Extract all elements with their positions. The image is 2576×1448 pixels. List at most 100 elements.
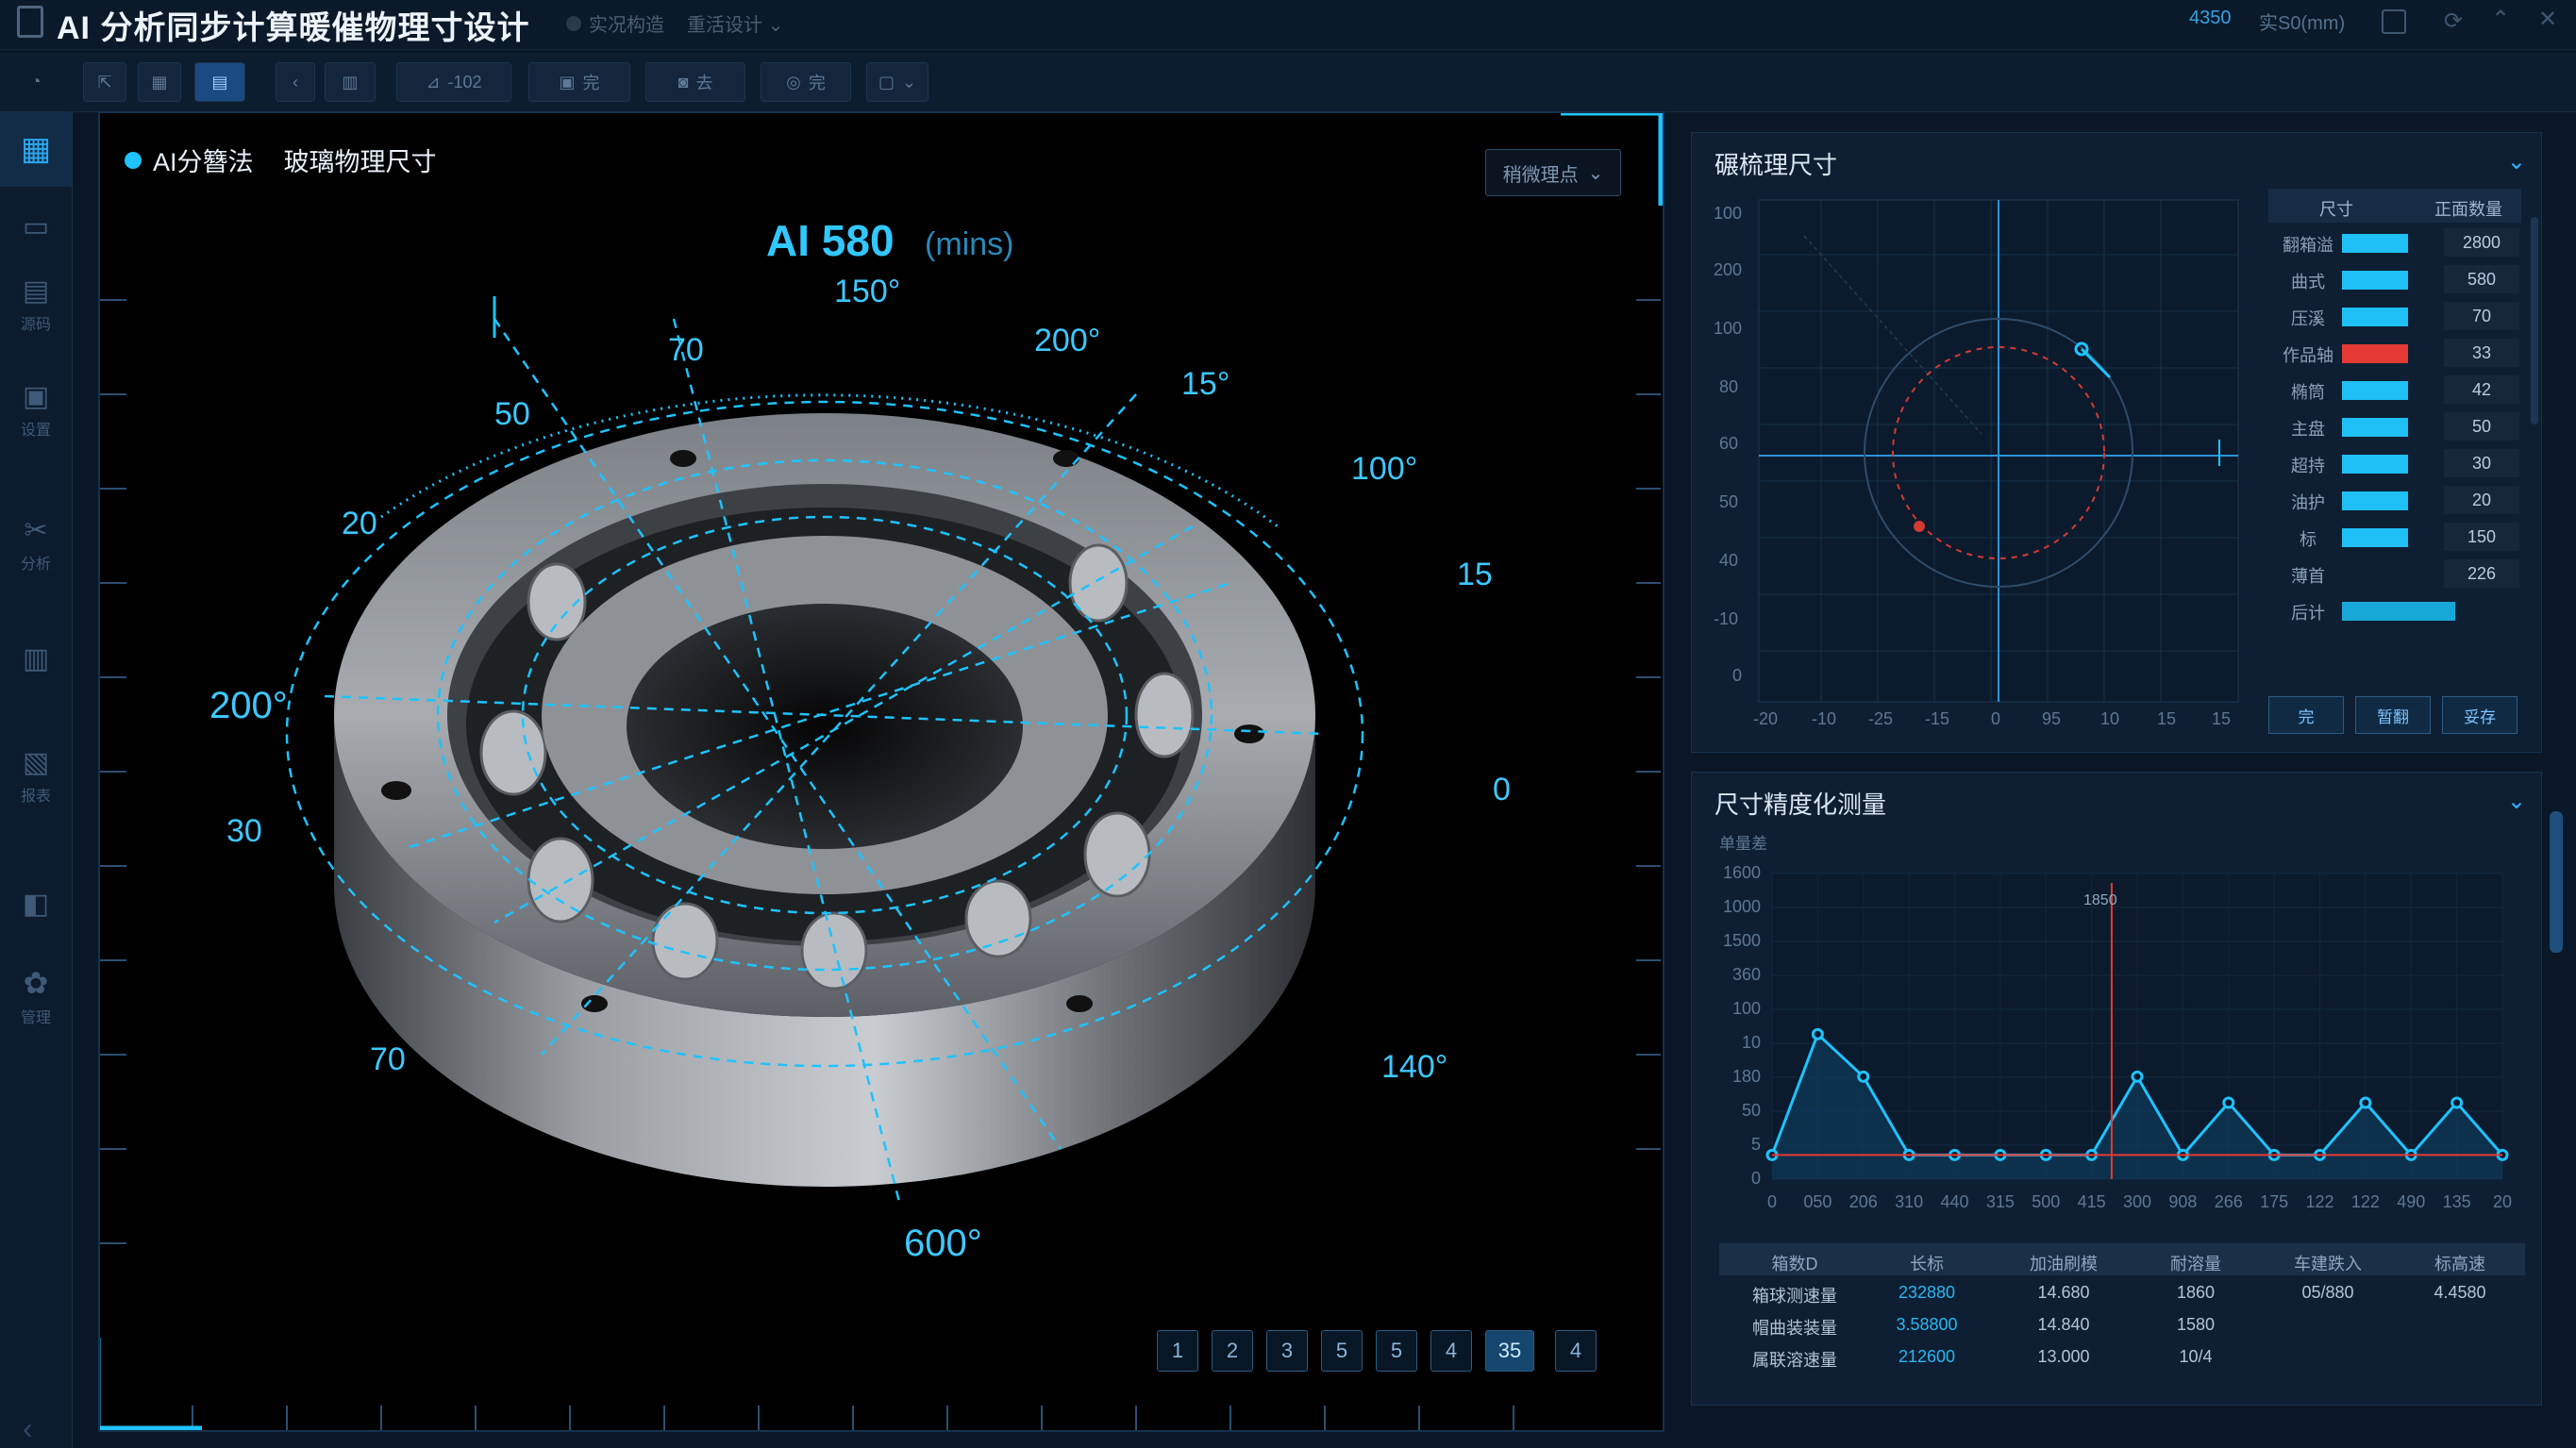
dimension-row[interactable]: 翻箱溢 2800 (2268, 226, 2521, 258)
measure-icon: ⊿ (426, 72, 441, 92)
toolbar-target-button[interactable]: ◎ 完 (761, 62, 851, 102)
dimension-row-label: 超持 (2291, 457, 2325, 475)
sidebar-item-chart[interactable]: ▧ 报表 (0, 738, 72, 813)
dimension-row-label: 翻箱溢 (2283, 236, 2333, 255)
dimension-row[interactable]: 椭筒 42 (2268, 374, 2521, 406)
sidebar-item-tools-label: 分析 (20, 556, 51, 573)
chart-y-tick: 1600 (1722, 863, 1761, 882)
dimension-row[interactable]: 超持 30 (2268, 447, 2521, 479)
toolbar-grid-button[interactable]: ▦ (138, 62, 181, 102)
sidebar-item-report[interactable]: ▥ (0, 621, 72, 696)
dimension-row-bar (2342, 344, 2408, 363)
chart-x-tick: 908 (2168, 1192, 2198, 1211)
page-button-1[interactable]: 1 (1157, 1330, 1198, 1372)
unit-readout: 实S0(mm) (2259, 13, 2346, 34)
export-icon: ⇱ (97, 72, 112, 92)
page-button-2[interactable]: 2 (1212, 1330, 1253, 1372)
dimension-row[interactable]: 压溪 70 (2268, 300, 2521, 332)
table-cell: 帽曲装装量 (1752, 1319, 1837, 1338)
sidebar-item-layout[interactable]: ◧ (0, 866, 72, 941)
sidebar-item-tools[interactable]: ✂ 分析 (0, 506, 72, 581)
toolbar-measure-label: -102 (447, 72, 482, 92)
toolbar-measure-button[interactable]: ⊿ -102 (396, 62, 511, 102)
complete-button[interactable]: 完 (2268, 696, 2344, 734)
col-header-size: 尺寸 (2319, 200, 2353, 219)
toolbar-export-button[interactable]: ⇱ (83, 62, 126, 102)
toolbar-table-button[interactable]: ▣ 完 (528, 62, 630, 102)
collapse-up-icon[interactable]: ⌃ (2491, 6, 2510, 33)
scatter-y-tick: -10 (1714, 609, 1739, 628)
angle-label-50: 50 (494, 396, 530, 432)
back-icon: ‹ (293, 72, 298, 92)
data-point (2359, 1096, 2372, 1109)
save-icon[interactable] (2382, 9, 2406, 34)
sidebar-item-database[interactable]: ▣ 设置 (0, 372, 72, 447)
save-button[interactable]: 妥存 (2442, 696, 2517, 734)
table-row[interactable]: 属联溶速量 212600 13.000 10/4 (1719, 1340, 2525, 1372)
page-button-4[interactable]: 5 (1321, 1330, 1363, 1372)
dimension-row[interactable]: 薄首 226 (2268, 558, 2521, 590)
toolbar-panel-button[interactable]: ▥ (325, 62, 376, 102)
sidebar-collapse-icon[interactable]: ‹ (23, 1411, 33, 1446)
sidebar-item-database-label: 设置 (20, 422, 51, 439)
target-icon: ◎ (786, 72, 801, 92)
dimension-row-value: 580 (2444, 265, 2519, 293)
toolbar-camera-button[interactable]: ◙ 去 (645, 62, 745, 102)
dimension-scrollbar[interactable] (2531, 217, 2538, 424)
dimension-row-label: 薄首 (2291, 567, 2325, 586)
toolbar-layer-button[interactable]: ▤ (194, 62, 245, 102)
toolbar-camera-label: 去 (695, 74, 713, 92)
dimension-row[interactable]: 后计 (2268, 594, 2521, 626)
dimension-row-label: 主盘 (2291, 420, 2325, 439)
scatter-x-tick: 15 (2157, 709, 2177, 728)
sidebar-item-dashboard[interactable]: ▦ (0, 111, 72, 187)
collapse-icon[interactable]: ⌄ (2507, 148, 2526, 175)
sidebar-item-settings[interactable]: ✿ 管理 (0, 958, 72, 1034)
dimension-row[interactable]: 作品轴 33 (2268, 337, 2521, 369)
dimension-row[interactable]: 油护 20 (2268, 484, 2521, 516)
page-button-7[interactable]: 35 (1485, 1330, 1534, 1372)
page-button-5[interactable]: 5 (1376, 1330, 1417, 1372)
angle-label-600: 600° (904, 1223, 982, 1264)
dimension-row-value: 42 (2444, 375, 2519, 404)
dimension-row[interactable]: 主盘 50 (2268, 410, 2521, 442)
dimension-row[interactable]: 标 150 (2268, 521, 2521, 553)
refresh-icon[interactable]: ⟳ (2444, 8, 2463, 35)
dimension-row-label: 后计 (2291, 604, 2325, 623)
collapse-icon[interactable]: ⌄ (2507, 788, 2526, 815)
table-header-cell: 标高速 (2434, 1255, 2485, 1273)
chart-y-tick: 1500 (1722, 931, 1761, 950)
toolbar-back-button[interactable]: ‹ (276, 62, 315, 102)
page-selector: 1 2 3 5 5 4 35 4 (1157, 1330, 1597, 1372)
toolbar-gauge-button[interactable]: ◔ (17, 62, 55, 100)
sidebar-item-document[interactable]: ▤ 源码 (0, 266, 72, 341)
table-header-cell: 加油刷模 (2030, 1255, 2098, 1273)
table-row[interactable]: 箱球测速量 232880 14.680 1860 05/880 4.4580 (1719, 1275, 2525, 1307)
toolbar-dropdown-button[interactable]: ▢ ⌄ (866, 62, 928, 102)
measurement-scrollbar[interactable] (2550, 811, 2563, 953)
angle-label-left-200: 200° (209, 685, 288, 726)
table-cell: 14.840 (2037, 1315, 2090, 1334)
title-menu-2[interactable]: 重活设计 ⌄ (687, 9, 783, 37)
measurement-table-header: 箱数D 长标 加油刷模 耐溶量 车建跌入 标高速 (1719, 1243, 2525, 1275)
page-button-8[interactable]: 4 (1555, 1330, 1597, 1372)
chart-x-tick: 0 (1766, 1192, 1777, 1211)
dropdown-icon: ▢ (878, 72, 895, 92)
chart-x-tick: 122 (2350, 1192, 2380, 1211)
legend-title: 玻璃物理尺寸 (283, 148, 437, 176)
scatter-y-tick: 80 (1719, 377, 1739, 396)
table-header-cell: 车建跌入 (2294, 1255, 2362, 1273)
dimension-row-bar (2342, 234, 2408, 253)
angle-label-20: 20 (342, 506, 377, 541)
view-mode-select[interactable]: 稍微理点 ⌄ (1485, 149, 1621, 196)
scatter-x-tick: -25 (1868, 709, 1894, 728)
sidebar-item-model[interactable]: ▭ (0, 189, 72, 264)
page-button-3[interactable]: 3 (1266, 1330, 1308, 1372)
page-button-6[interactable]: 4 (1430, 1330, 1472, 1372)
pause-button[interactable]: 暂翻 (2355, 696, 2431, 734)
title-menu-1[interactable]: 实况构造 (566, 9, 664, 37)
close-icon[interactable]: ✕ (2538, 6, 2557, 33)
dimension-row[interactable]: 曲式 580 (2268, 263, 2521, 295)
table-row[interactable]: 帽曲装装量 3.58800 14.840 1580 (1719, 1307, 2525, 1340)
dashboard-icon: ▦ (20, 131, 52, 167)
